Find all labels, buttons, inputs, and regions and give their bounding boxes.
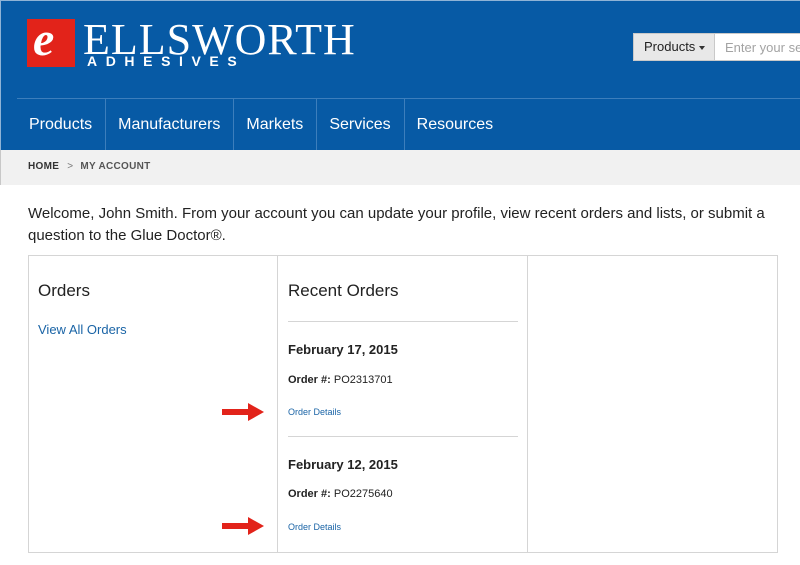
recent-orders-panel: Recent Orders February 17, 2015 Order #:… [278,256,528,552]
empty-panel [528,256,777,552]
order-details-link[interactable]: Order Details [288,522,341,532]
recent-orders-title: Recent Orders [288,281,399,300]
welcome-message: Welcome, John Smith. From your account y… [28,205,765,244]
divider [288,436,518,437]
logo-mark: e [27,16,75,67]
breadcrumb: HOME > MY ACCOUNT [0,150,800,185]
breadcrumb-home[interactable]: HOME [28,161,59,172]
account-panels: Orders View All Orders Recent Orders Feb… [28,255,778,553]
nav-item-products[interactable]: Products [17,99,107,151]
breadcrumb-separator: > [67,161,74,172]
order-details-link[interactable]: Order Details [288,407,341,417]
caret-down-icon [699,45,706,50]
order-date: February 17, 2015 [288,342,398,357]
order-date: February 12, 2015 [288,457,398,472]
logo-subtitle: ADHESIVES [87,53,246,69]
order-number: Order #: PO2275640 [288,488,393,500]
breadcrumb-current: MY ACCOUNT [80,161,151,172]
arrow-right-icon [222,403,264,421]
divider [288,321,518,322]
main-nav: Products Manufacturers Markets Services … [17,99,506,151]
nav-item-services[interactable]: Services [317,99,405,151]
nav-item-resources[interactable]: Resources [405,99,506,151]
search-input[interactable] [715,33,800,61]
site-header: e ELLSWORTH ADHESIVES Products Products … [0,0,800,151]
arrow-right-icon [222,517,264,535]
view-all-orders-link[interactable]: View All Orders [38,322,127,337]
nav-item-manufacturers[interactable]: Manufacturers [106,99,235,151]
ellsworth-logo[interactable]: e ELLSWORTH ADHESIVES [27,16,367,71]
search-bar: Products [633,33,800,61]
search-category-dropdown[interactable]: Products [633,33,715,61]
orders-title: Orders [38,281,90,300]
nav-item-markets[interactable]: Markets [234,99,318,151]
order-number: Order #: PO2313701 [288,374,393,386]
